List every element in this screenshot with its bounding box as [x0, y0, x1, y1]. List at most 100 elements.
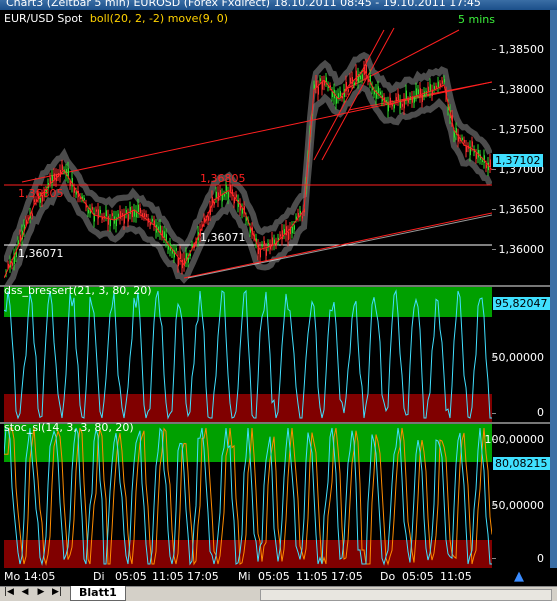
candle-body [261, 244, 263, 247]
price-chart-pane[interactable] [4, 10, 492, 285]
candle-body [117, 213, 119, 217]
tab-blatt1[interactable]: Blatt1 [70, 586, 126, 601]
candle-body [129, 206, 131, 214]
candle-body [481, 159, 483, 162]
candle-body [407, 99, 409, 103]
candle-body [143, 213, 145, 217]
oversold-zone [4, 540, 492, 568]
time-axis-label: 11:05 [296, 570, 328, 583]
candle-body [95, 209, 97, 212]
candle-body [167, 245, 169, 250]
symbol-label: EUR/USD Spot [4, 12, 83, 25]
candle-body [421, 94, 423, 103]
candle-body [105, 210, 107, 217]
candle-body [7, 263, 9, 267]
candle-body [349, 77, 351, 84]
price-tick: 1,38000 [498, 83, 545, 96]
candle-body [475, 153, 477, 159]
candle-body [301, 216, 303, 219]
candle-body [111, 213, 113, 217]
level-label-white-left: 1,36071 [18, 247, 64, 260]
prev-sheet-icon[interactable]: ◀ [20, 587, 30, 597]
time-axis-label: 05:05 [115, 570, 147, 583]
candle-body [453, 132, 455, 138]
candle-body [131, 211, 133, 218]
candle-body [441, 80, 443, 84]
stoc-current-value: 80,08215 [493, 457, 550, 470]
first-sheet-icon[interactable]: |◀ [4, 587, 14, 597]
timeframe-label: 5 mins [458, 13, 495, 26]
time-axis-label: Do [380, 570, 396, 583]
candle-body [397, 93, 399, 101]
candle-body [213, 202, 215, 205]
level-label-red-left: 1,36805 [18, 187, 64, 200]
scroll-to-end-icon[interactable]: ▲ [514, 569, 524, 584]
candle-body [123, 214, 125, 224]
candle-body [313, 84, 315, 89]
time-axis-label: Mi [238, 570, 251, 583]
candle-body [365, 65, 367, 74]
stoc-y-axis: 100,00000 50,00000 0 [485, 424, 550, 568]
next-sheet-icon[interactable]: ▶ [36, 587, 46, 597]
price-y-axis: 1,38500 1,38000 1,37500 1,37000 1,36500 … [492, 10, 550, 285]
time-axis-label: 05:05 [258, 570, 290, 583]
candle-body [145, 213, 147, 218]
stoc-indicator-pane[interactable] [4, 424, 492, 568]
time-axis-label: 11:05 [440, 570, 472, 583]
level-label-white-mid: 1,36071 [200, 231, 246, 244]
candle-body [403, 99, 405, 109]
candle-body [271, 237, 273, 245]
candle-body [321, 81, 323, 90]
stoc-tick: 100,00000 [484, 433, 545, 446]
candle-body [443, 78, 445, 83]
candle-body [293, 225, 295, 230]
candle-body [107, 216, 109, 225]
price-panel-title: EUR/USD Spot boll(20, 2, -2) move(9, 0) [4, 12, 228, 25]
candle-body [127, 214, 129, 222]
candle-body [99, 209, 101, 214]
oversold-zone [4, 394, 492, 422]
candle-body [215, 191, 217, 198]
candle-body [485, 164, 487, 169]
time-axis-label: 05:05 [402, 570, 434, 583]
bollinger-lower-band [4, 83, 492, 285]
candle-body [11, 262, 13, 266]
window-title: Chart3 (Zeitbar 5 min) EUROSD (Forex Fxd… [6, 0, 481, 9]
window-titlebar: Chart3 (Zeitbar 5 min) EUROSD (Forex Fxd… [0, 0, 557, 10]
candle-body [361, 74, 363, 80]
price-tick: 1,36000 [498, 243, 545, 256]
price-tick: 1,37500 [498, 123, 545, 136]
price-tick: 1,36500 [498, 203, 545, 216]
candle-body [279, 234, 281, 237]
candle-body [415, 88, 417, 96]
dss-tick: 50,00000 [491, 351, 545, 364]
dss-panel-title: dss_bressert(21, 3, 80, 20) [4, 284, 152, 297]
horizontal-scrollbar[interactable] [260, 589, 552, 601]
candle-body [437, 81, 439, 88]
candle-body [419, 88, 421, 97]
candle-body [139, 208, 141, 214]
candle-body [379, 91, 381, 95]
indicator-label: boll(20, 2, -2) move(9, 0) [89, 12, 229, 25]
price-current-value: 1,37102 [493, 154, 543, 167]
candle-body [417, 89, 419, 95]
candle-body [91, 206, 93, 210]
candle-body [353, 82, 355, 86]
candle-body [69, 182, 71, 187]
dss-indicator-pane[interactable] [4, 287, 492, 422]
last-sheet-icon[interactable]: ▶| [52, 587, 62, 597]
candle-body [87, 209, 89, 214]
candle-body [489, 159, 491, 168]
candle-body [163, 231, 165, 238]
stoc-panel-title: stoc_sl(14, 3, 3, 80, 20) [4, 421, 134, 434]
candle-body [389, 97, 391, 103]
candle-body [175, 248, 177, 251]
candle-body [405, 90, 407, 99]
stoc-tick: 50,00000 [491, 499, 545, 512]
lower-trendline-white [187, 214, 492, 279]
candle-body [287, 231, 289, 240]
candle-body [223, 193, 225, 197]
candle-body [347, 89, 349, 92]
candle-body [137, 204, 139, 213]
candle-body [151, 218, 153, 222]
